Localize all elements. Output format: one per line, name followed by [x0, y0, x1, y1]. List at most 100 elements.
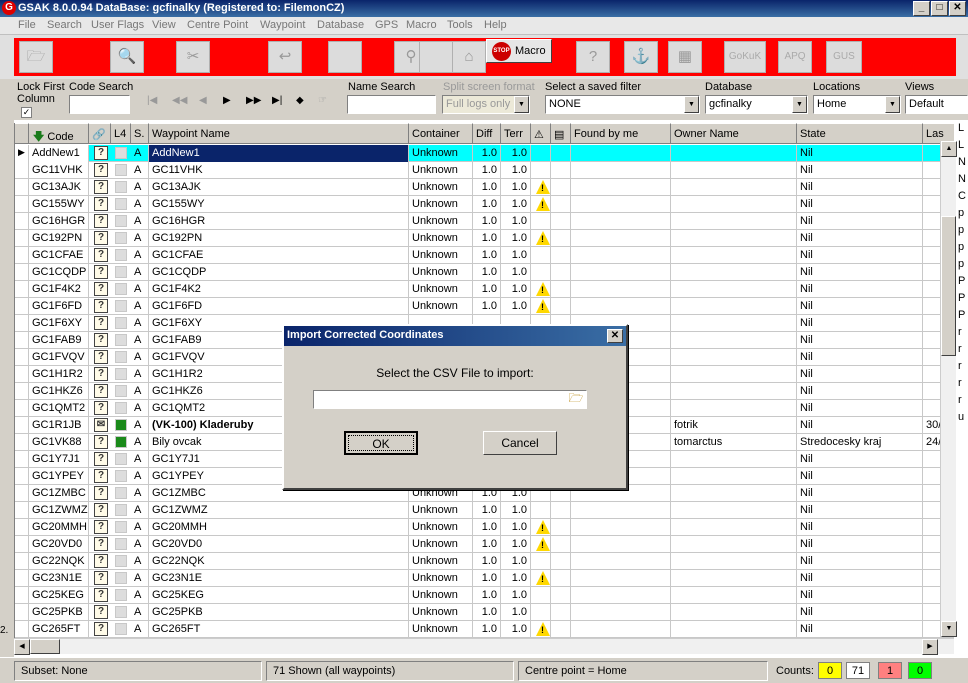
chevron-down-icon[interactable]: ▼ — [684, 96, 699, 113]
cell-code[interactable]: GC13AJK — [29, 179, 89, 196]
apq-button[interactable]: APQ — [778, 41, 812, 73]
cell-state[interactable]: Nil — [797, 400, 923, 417]
cancel-button[interactable]: Cancel — [483, 431, 557, 455]
vertical-scrollbar[interactable]: ▲ ▼ — [940, 141, 957, 637]
cell-warning[interactable] — [531, 213, 551, 230]
cell-terr[interactable]: 1.0 — [501, 587, 531, 604]
cell-state[interactable]: Nil — [797, 366, 923, 383]
cell-found-by-me[interactable] — [571, 179, 671, 196]
blank-icon[interactable] — [328, 41, 362, 73]
row-indicator[interactable] — [15, 366, 29, 383]
row-indicator[interactable] — [15, 519, 29, 536]
cell-owner-name[interactable] — [671, 247, 797, 264]
cell-waypoint-name[interactable]: GC20MMH — [149, 519, 409, 536]
cell-state[interactable]: Nil — [797, 264, 923, 281]
cell-waypoint-name[interactable]: GC20VD0 — [149, 536, 409, 553]
table-row[interactable]: GC20VD0 A GC20VD0 Unknown 1.0 1.0 Nil?! — [15, 536, 954, 553]
cell-state[interactable]: Nil — [797, 349, 923, 366]
column-header-state[interactable]: State — [797, 123, 923, 144]
cell-notes[interactable] — [551, 179, 571, 196]
cell-terr[interactable]: 1.0 — [501, 536, 531, 553]
cell-s[interactable]: A — [131, 281, 149, 298]
cell-owner-name[interactable] — [671, 264, 797, 281]
code-search-input[interactable] — [69, 95, 130, 114]
cell-container[interactable]: Unknown — [409, 570, 473, 587]
row-indicator[interactable] — [15, 434, 29, 451]
gus-button[interactable]: GUS — [826, 41, 862, 73]
cell-owner-name[interactable] — [671, 604, 797, 621]
cell-waypoint-name[interactable]: GC1ZWMZ — [149, 502, 409, 519]
row-indicator[interactable] — [15, 196, 29, 213]
cell-notes[interactable] — [551, 264, 571, 281]
cell-s[interactable]: A — [131, 247, 149, 264]
dialog-close-button[interactable]: ✕ — [607, 329, 623, 343]
cell-waypoint-name[interactable]: GC22NQK — [149, 553, 409, 570]
cell-code[interactable]: GC25KEG — [29, 587, 89, 604]
cell-state[interactable]: Nil — [797, 451, 923, 468]
chevron-down-icon[interactable]: ▼ — [792, 96, 807, 113]
cell-s[interactable]: A — [131, 604, 149, 621]
cell-terr[interactable]: 1.0 — [501, 213, 531, 230]
cell-state[interactable]: Nil — [797, 621, 923, 638]
cell-state[interactable]: Nil — [797, 315, 923, 332]
cell-waypoint-name[interactable]: GC192PN — [149, 230, 409, 247]
database-select[interactable]: gcfinalky ▼ — [705, 95, 808, 114]
menu-database[interactable]: Database — [317, 19, 364, 31]
row-indicator[interactable] — [15, 383, 29, 400]
cell-state[interactable]: Nil — [797, 213, 923, 230]
cell-waypoint-name[interactable]: AddNew1 — [149, 145, 409, 162]
row-indicator[interactable] — [15, 604, 29, 621]
cell-container[interactable]: Unknown — [409, 553, 473, 570]
views-select[interactable]: Default — [905, 95, 968, 114]
cell-notes[interactable] — [551, 230, 571, 247]
cell-state[interactable]: Nil — [797, 468, 923, 485]
cell-notes[interactable] — [551, 196, 571, 213]
row-indicator[interactable] — [15, 213, 29, 230]
menu-file[interactable]: File — [18, 19, 36, 31]
column-header-waypoint-name[interactable]: Waypoint Name — [149, 123, 409, 144]
cell-state[interactable]: Nil — [797, 383, 923, 400]
cell-terr[interactable]: 1.0 — [501, 162, 531, 179]
cell-owner-name[interactable] — [671, 349, 797, 366]
cell-found-by-me[interactable] — [571, 570, 671, 587]
cell-container[interactable]: Unknown — [409, 264, 473, 281]
cell-container[interactable]: Unknown — [409, 162, 473, 179]
cell-state[interactable]: Nil — [797, 247, 923, 264]
cell-terr[interactable]: 1.0 — [501, 604, 531, 621]
cell-waypoint-name[interactable]: GC1F6FD — [149, 298, 409, 315]
cell-state[interactable]: Nil — [797, 519, 923, 536]
column-header-s[interactable]: S. — [131, 123, 149, 144]
cell-code[interactable]: GC1ZMBC — [29, 485, 89, 502]
menu-search[interactable]: Search — [47, 19, 82, 31]
cell-owner-name[interactable] — [671, 332, 797, 349]
cell-s[interactable]: A — [131, 553, 149, 570]
cell-diff[interactable]: 1.0 — [473, 587, 501, 604]
row-indicator[interactable] — [15, 451, 29, 468]
cell-diff[interactable]: 1.0 — [473, 536, 501, 553]
cell-owner-name[interactable] — [671, 162, 797, 179]
table-row[interactable]: ▶ AddNew1 A AddNew1 Unknown 1.0 1.0 Nil? — [15, 145, 954, 162]
next-page-icon[interactable]: ▶▶ — [246, 95, 261, 106]
cell-waypoint-name[interactable]: GC23N1E — [149, 570, 409, 587]
macro-button[interactable]: STOP Macro — [486, 39, 552, 63]
cell-found-by-me[interactable] — [571, 519, 671, 536]
cell-terr[interactable]: 1.0 — [501, 264, 531, 281]
column-header-owner-name[interactable]: Owner Name — [671, 123, 797, 144]
cell-container[interactable]: Unknown — [409, 230, 473, 247]
horizontal-scroll-thumb[interactable] — [30, 639, 60, 654]
cell-waypoint-name[interactable]: GC16HGR — [149, 213, 409, 230]
cell-s[interactable]: A — [131, 621, 149, 638]
help-icon[interactable]: ? — [576, 41, 610, 73]
cell-owner-name[interactable] — [671, 281, 797, 298]
cell-terr[interactable]: 1.0 — [501, 298, 531, 315]
cell-code[interactable]: AddNew1 — [29, 145, 89, 162]
cell-warning[interactable] — [531, 587, 551, 604]
cell-s[interactable]: A — [131, 213, 149, 230]
cell-found-by-me[interactable] — [571, 264, 671, 281]
column-header-warning[interactable]: ⚠ — [531, 123, 551, 144]
search-doc-icon[interactable]: 🔍 — [110, 41, 144, 73]
table-row[interactable]: GC1CFAE A GC1CFAE Unknown 1.0 1.0 Nil? — [15, 247, 954, 264]
cell-code[interactable]: GC16HGR — [29, 213, 89, 230]
horizontal-scrollbar[interactable]: ◀ ▶ — [14, 638, 954, 655]
table-row[interactable]: GC13AJK A GC13AJK Unknown 1.0 1.0 Nil?! — [15, 179, 954, 196]
